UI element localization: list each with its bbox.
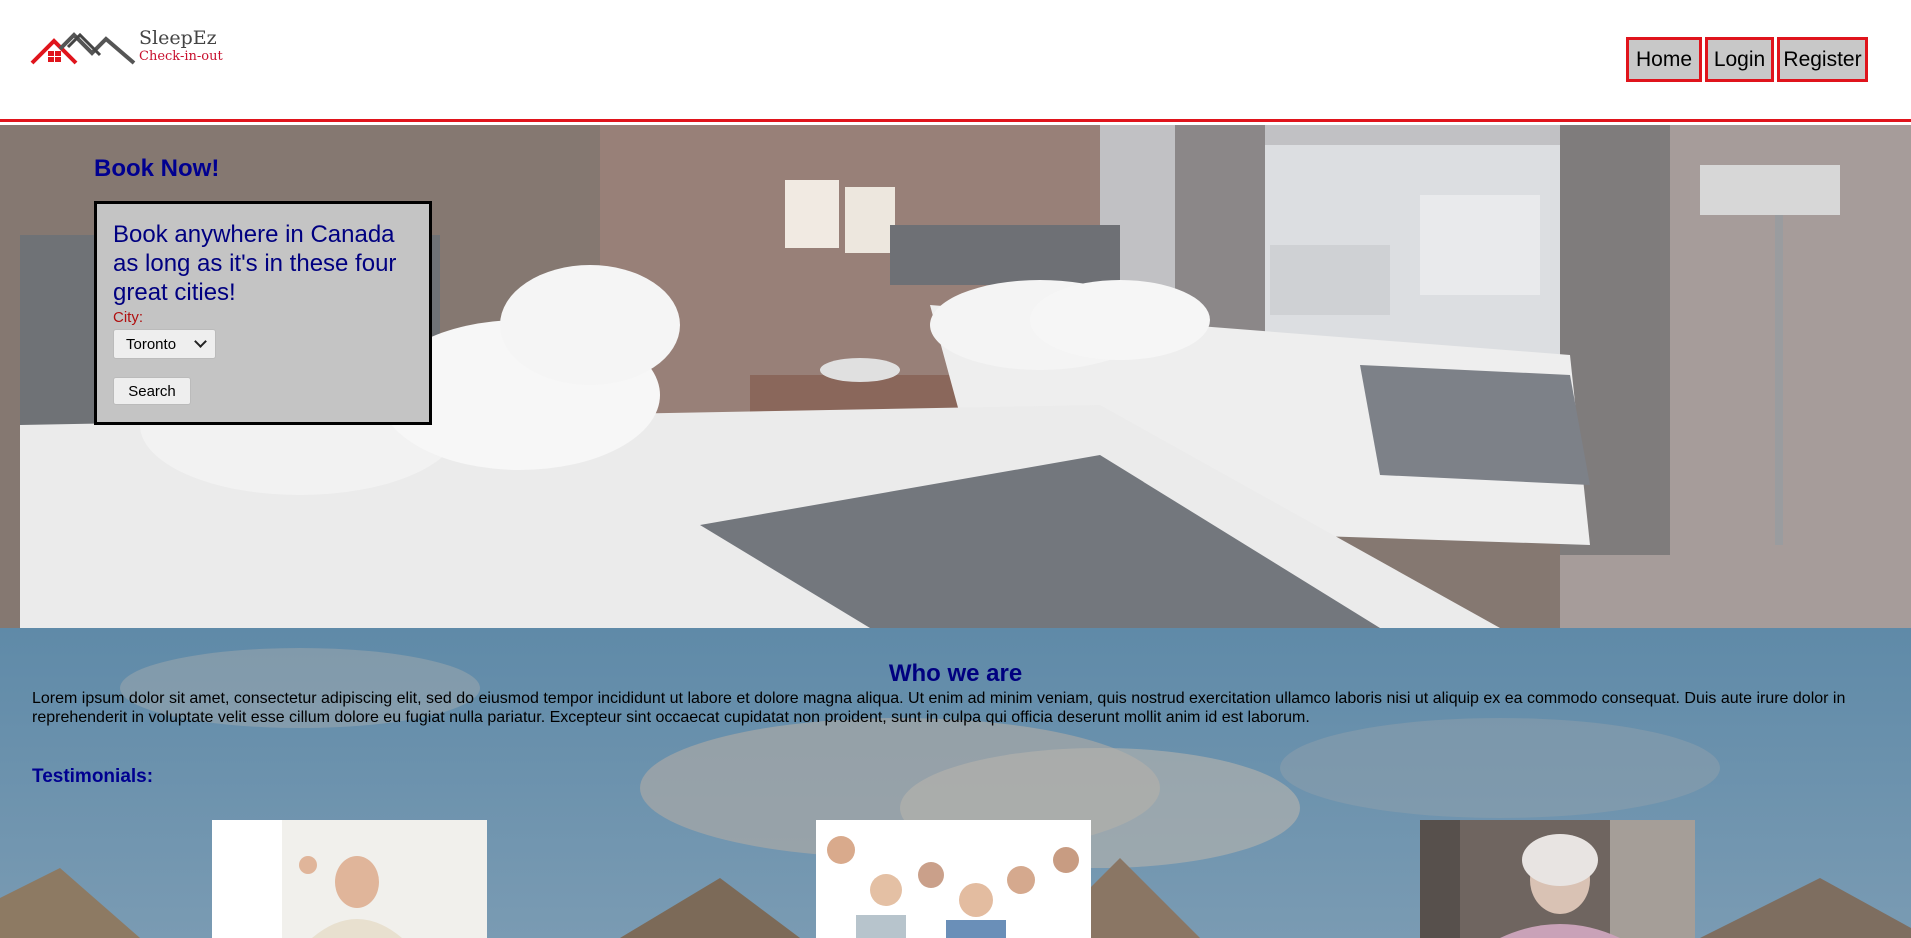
search-button[interactable]: Search: [113, 377, 191, 405]
testimonials-label: Testimonials:: [32, 766, 154, 787]
senior-group-photo: [816, 820, 1091, 938]
testimonial-photo-2: [816, 820, 1091, 938]
book-now-title: Book Now!: [94, 155, 220, 182]
nav-register-button[interactable]: Register: [1777, 37, 1868, 82]
booking-panel: Book anywhere in Canada as long as it's …: [94, 201, 432, 425]
who-we-are-title: Who we are: [888, 660, 1023, 687]
city-select[interactable]: Toronto: [113, 329, 216, 359]
about-body-text: Lorem ipsum dolor sit amet, consectetur …: [32, 690, 1846, 726]
about-section: Who we are Lorem ipsum dolor sit amet, c…: [0, 628, 1911, 938]
booking-heading: Book anywhere in Canada as long as it's …: [113, 221, 397, 306]
hero-banner: Book Now! Book anywhere in Canada as lon…: [0, 125, 1911, 628]
senior-man-photo: [212, 820, 487, 938]
brand-name: SleepEz: [139, 27, 217, 49]
senior-woman-photo: [1420, 820, 1695, 938]
testimonial-photo-3: [1420, 820, 1695, 938]
chevron-down-icon: [194, 335, 207, 348]
main-nav: Home Login Register: [1626, 37, 1868, 82]
nav-home-button[interactable]: Home: [1626, 37, 1702, 82]
house-roof-icon: [30, 32, 136, 65]
city-selected-value: Toronto: [126, 335, 177, 353]
testimonial-photo-1: [212, 820, 487, 938]
brand-logo[interactable]: SleepEz Check-in-out: [30, 26, 230, 70]
brand-tagline: Check-in-out: [139, 49, 223, 64]
nav-login-button[interactable]: Login: [1705, 37, 1774, 82]
city-label: City:: [113, 309, 143, 326]
site-header: SleepEz Check-in-out Home Login Register: [0, 0, 1911, 122]
